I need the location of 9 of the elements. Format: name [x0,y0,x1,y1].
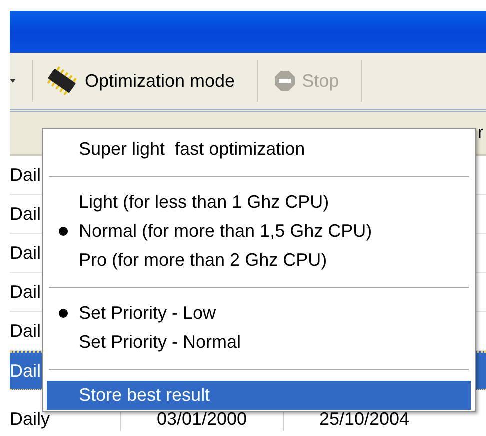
table-cell: Dail [10,282,42,302]
table-cell: 25/10/2004 [319,410,410,429]
table-cell: Daily [10,410,50,429]
table-cell: Dail [10,244,42,262]
table-cell: Dail [10,362,42,380]
table-cell: Dail [10,166,42,184]
table-cell: 03/01/2000 [156,410,248,429]
table-cell: Dail [10,204,42,224]
table-cell: Dail [10,322,42,340]
